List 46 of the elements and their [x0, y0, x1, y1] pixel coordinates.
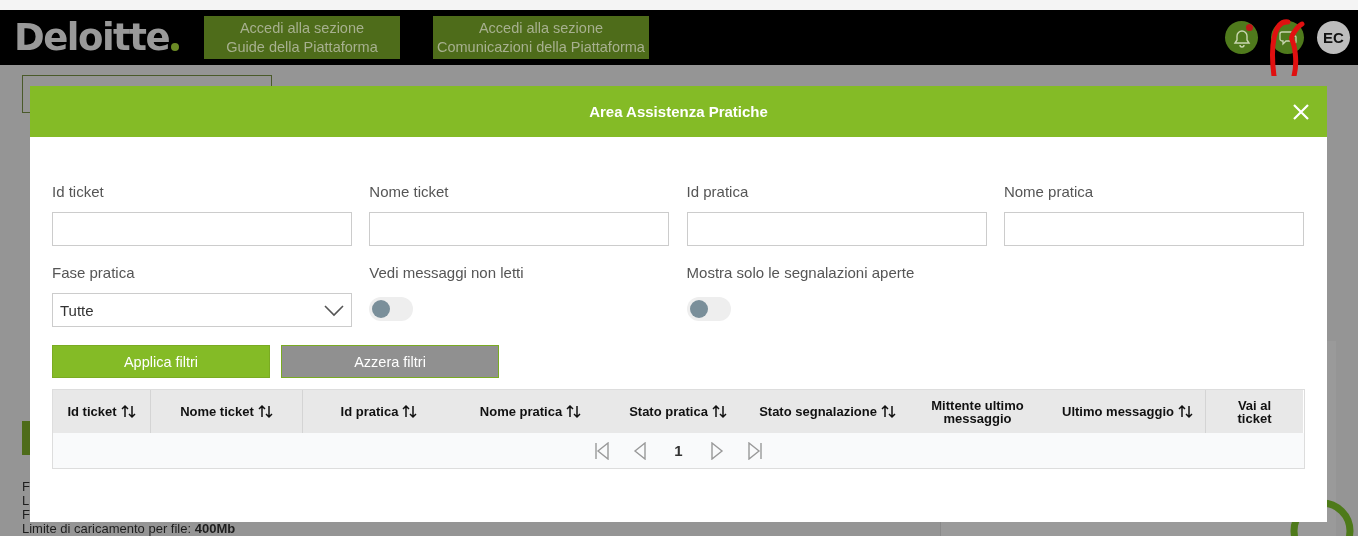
sort-icon[interactable]	[402, 404, 418, 419]
column-header[interactable]: Id pratica	[303, 390, 455, 433]
background-text: Limite di caricamento per file: 400Mb	[22, 522, 236, 536]
field-label: Mostra solo le segnalazioni aperte	[686, 264, 916, 283]
field-label: Fase pratica	[52, 264, 136, 283]
field-label: Nome pratica	[1003, 183, 1095, 202]
first-page-icon	[594, 441, 611, 460]
last-page-icon	[746, 441, 763, 460]
dropdown-field[interactable]: Tutte	[52, 293, 352, 327]
sort-icon[interactable]	[1178, 404, 1193, 419]
sort-icon[interactable]	[566, 404, 582, 419]
sort-icon[interactable]	[711, 404, 727, 419]
background-text: F	[22, 480, 31, 494]
modal-title: Area Assistenza Pratiche	[589, 103, 768, 120]
input-field[interactable]	[52, 212, 352, 246]
bell-icon	[1231, 27, 1252, 48]
column-header[interactable]: Stato pratica	[606, 390, 750, 433]
annotation-drawing	[1268, 16, 1308, 76]
next-page-icon	[708, 441, 725, 460]
close-icon	[1292, 103, 1310, 121]
sort-icon[interactable]	[880, 404, 896, 419]
page-number[interactable]: 1	[666, 442, 691, 459]
input-field[interactable]	[369, 212, 670, 246]
previous-page-icon	[632, 441, 649, 460]
background-text: L	[22, 494, 31, 508]
notifications-button[interactable]	[1225, 21, 1258, 54]
sort-icon[interactable]	[257, 404, 273, 419]
toggle-switch[interactable]	[369, 297, 414, 321]
close-button[interactable]	[1291, 102, 1311, 122]
column-header[interactable]: Stato segnalazione	[750, 390, 905, 433]
input-field[interactable]	[1003, 212, 1304, 246]
toggle-switch[interactable]	[686, 297, 731, 321]
logo-dot-icon	[171, 42, 180, 51]
logo-text: Deloitte	[14, 17, 170, 58]
column-header[interactable]: Nome pratica	[455, 390, 606, 433]
column-header[interactable]: Mittente ultimo messaggio	[905, 390, 1050, 433]
field-label: Nome ticket	[369, 183, 450, 202]
input-field[interactable]	[686, 212, 987, 246]
chevron-down-icon	[323, 303, 345, 317]
field-label: Id ticket	[52, 183, 105, 202]
background-text: F	[22, 508, 31, 522]
avatar-button[interactable]: EC	[1317, 21, 1350, 54]
column-header[interactable]: Ultimo messaggio	[1050, 390, 1205, 433]
field-label: Id pratica	[686, 183, 750, 202]
field-label: Vedi messaggi non letti	[369, 264, 525, 283]
sort-icon[interactable]	[120, 404, 136, 419]
